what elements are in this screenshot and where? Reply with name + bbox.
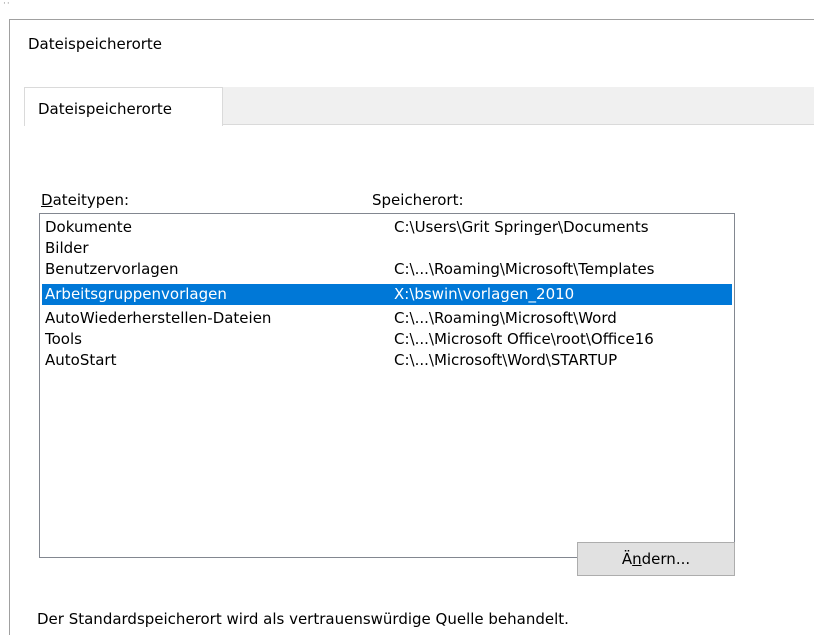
location-cell: C:\...\Roaming\Microsoft\Word (394, 309, 617, 327)
tab-file-locations[interactable]: Dateispeicherorte (24, 87, 223, 126)
location-cell: C:\Users\Grit Springer\Documents (394, 218, 649, 236)
list-item[interactable]: AutoWiederherstellen-Dateien C:\...\Roam… (42, 308, 732, 329)
location-cell: X:\bswin\vorlagen_2010 (394, 285, 575, 303)
file-type-cell: Benutzervorlagen (45, 260, 179, 278)
list-item[interactable]: Tools C:\...\Microsoft Office\root\Offic… (42, 329, 732, 350)
list-item[interactable]: AutoStart C:\...\Microsoft\Word\STARTUP (42, 350, 732, 371)
file-locations-dialog: Dateispeicherorte Dateispeicherorte Date… (9, 19, 814, 635)
dialog-title: Dateispeicherorte (28, 35, 163, 53)
change-button[interactable]: Ändern... (577, 542, 735, 576)
file-types-label: Dateitypen: (41, 191, 129, 209)
location-cell: C:\...\Microsoft\Word\STARTUP (394, 351, 618, 369)
list-item[interactable]: Bilder (42, 238, 732, 259)
change-button-text-pre: Ä (621, 550, 633, 568)
file-type-cell: Dokumente (45, 218, 132, 236)
file-type-cell: AutoWiederherstellen-Dateien (45, 309, 272, 327)
file-types-label-text: ateitypen: (52, 191, 130, 209)
change-button-text-post: dern... (641, 550, 691, 568)
file-type-cell: Bilder (45, 239, 89, 257)
file-types-accesskey: D (41, 191, 53, 209)
list-item[interactable]: Benutzervorlagen C:\...\Roaming\Microsof… (42, 259, 732, 280)
trusted-source-note: Der Standardspeicherort wird als vertrau… (37, 610, 569, 628)
location-cell: C:\...\Roaming\Microsoft\Templates (394, 260, 655, 278)
file-type-cell: Tools (45, 330, 82, 348)
file-type-cell: AutoStart (45, 351, 117, 369)
list-item-selected[interactable]: Arbeitsgruppenvorlagen X:\bswin\vorlagen… (42, 284, 732, 305)
location-label: Speicherort: (372, 191, 464, 209)
change-button-accesskey: n (632, 550, 642, 568)
tab-strip: Dateispeicherorte (24, 87, 814, 126)
file-locations-list[interactable]: Dokumente C:\Users\Grit Springer\Documen… (39, 213, 735, 558)
resize-grip-icon: ·· (3, 0, 11, 9)
file-type-cell: Arbeitsgruppenvorlagen (45, 285, 227, 303)
list-item[interactable]: Dokumente C:\Users\Grit Springer\Documen… (42, 217, 732, 238)
location-cell: C:\...\Microsoft Office\root\Office16 (394, 330, 654, 348)
